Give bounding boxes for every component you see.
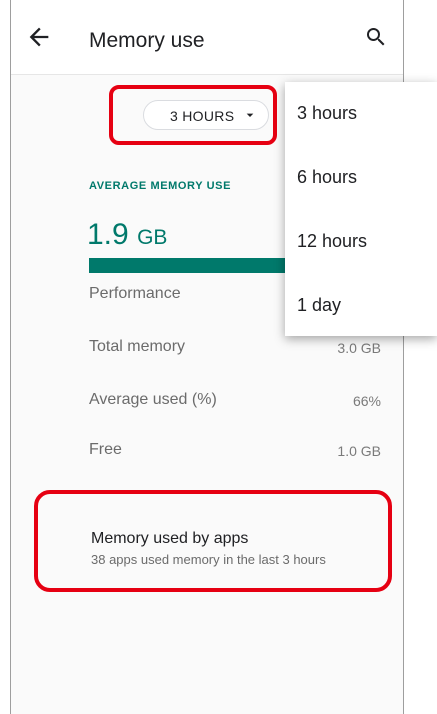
highlight-box-period xyxy=(109,85,277,145)
free-memory-label: Free xyxy=(89,441,122,458)
average-used-value: 66% xyxy=(352,393,381,409)
free-memory-value: 1.0 GB xyxy=(337,443,381,459)
app-bar: Memory use xyxy=(11,0,403,75)
performance-label: Performance xyxy=(89,285,181,302)
average-memory-heading: AVERAGE MEMORY USE xyxy=(89,180,232,192)
menu-item-1-day[interactable]: 1 day xyxy=(297,295,341,316)
average-used-label: Average used (%) xyxy=(89,391,217,408)
total-memory-value: 3.0 GB xyxy=(337,340,381,356)
search-icon[interactable] xyxy=(364,25,388,49)
period-dropdown-menu: 3 hours 6 hours 12 hours 1 day xyxy=(285,82,437,336)
average-memory-value: 1.9 GB xyxy=(87,218,167,252)
highlight-box-apps xyxy=(34,490,392,592)
total-memory-label: Total memory xyxy=(89,338,186,355)
arrow-back-icon[interactable] xyxy=(25,23,53,51)
average-memory-unit: GB xyxy=(137,226,168,249)
menu-item-6-hours[interactable]: 6 hours xyxy=(297,167,357,188)
menu-item-12-hours[interactable]: 12 hours xyxy=(297,231,367,252)
menu-item-3-hours[interactable]: 3 hours xyxy=(297,103,357,124)
memory-usage-bar-fill xyxy=(89,258,287,273)
page-title: Memory use xyxy=(89,29,205,52)
average-memory-number: 1.9 xyxy=(87,218,129,251)
